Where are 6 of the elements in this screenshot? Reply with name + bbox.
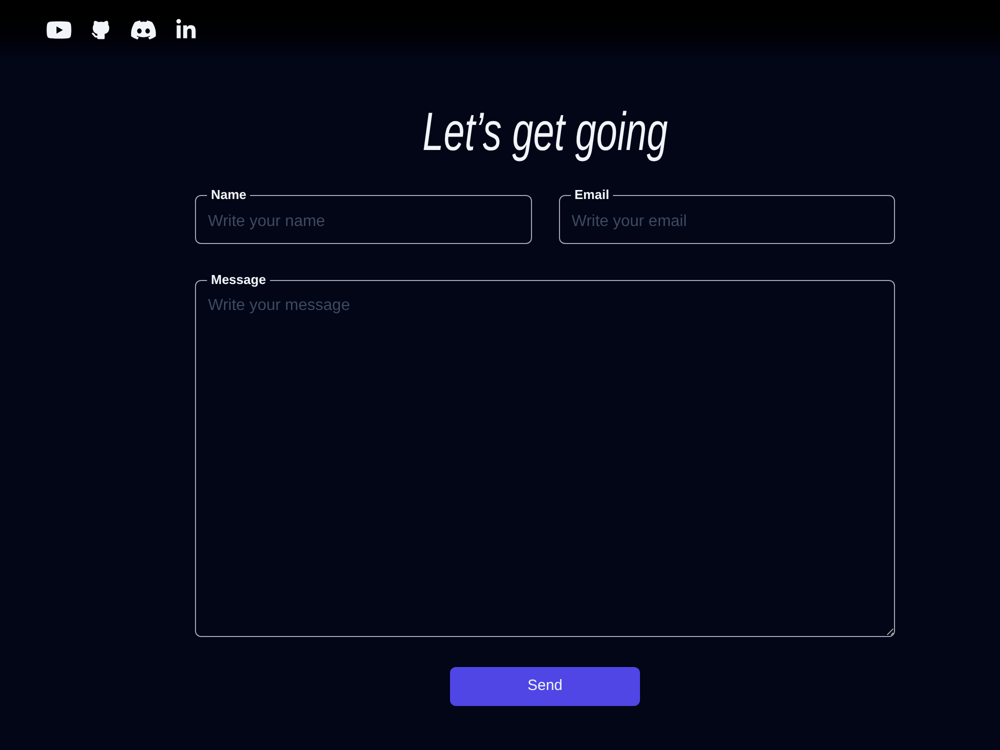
linkedin-icon[interactable] — [175, 19, 197, 41]
send-button[interactable]: Send — [450, 667, 640, 706]
field-label: Message — [207, 272, 270, 288]
github-icon[interactable] — [90, 18, 112, 42]
page-title: Let’s get going — [422, 102, 668, 162]
discord-icon[interactable] — [130, 19, 157, 41]
